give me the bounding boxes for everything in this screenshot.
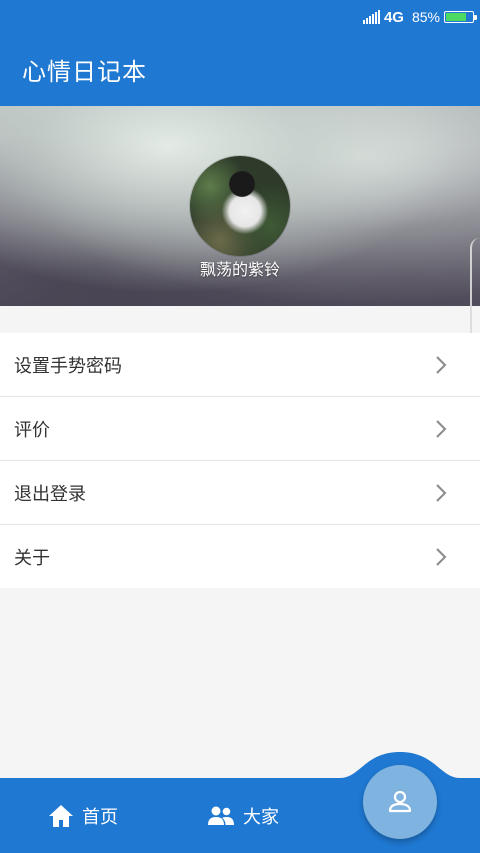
menu-item-label: 关于	[14, 548, 50, 569]
home-icon	[49, 805, 73, 827]
settings-menu: 设置手势密码 评价 退出登录 关于	[0, 333, 480, 588]
people-icon	[208, 806, 234, 825]
chevron-right-icon	[436, 420, 447, 438]
menu-item-logout[interactable]: 退出登录	[0, 461, 480, 525]
menu-item-gesture-password[interactable]: 设置手势密码	[0, 333, 480, 397]
status-indicators: 4G 85%	[362, 8, 477, 26]
app-bar: 心情日记本	[0, 34, 480, 106]
menu-item-label: 评价	[14, 420, 50, 441]
profile-header: 飘荡的紫铃	[0, 106, 480, 306]
chevron-right-icon	[436, 484, 447, 502]
battery-percent: 85%	[411, 9, 440, 25]
menu-item-rate[interactable]: 评价	[0, 397, 480, 461]
menu-item-label: 设置手势密码	[14, 356, 122, 377]
nav-everyone[interactable]: 大家	[207, 802, 279, 830]
battery-icon	[444, 11, 477, 23]
avatar[interactable]	[190, 156, 290, 256]
app-title: 心情日记本	[22, 58, 147, 86]
status-bar: 4G 85%	[0, 0, 480, 34]
menu-item-about[interactable]: 关于	[0, 525, 480, 588]
screen: 4G 85% 心情日记本 飘荡的紫铃 设置手势密码 评价 退出登录 关于 首页 …	[0, 0, 480, 853]
profile-button[interactable]	[363, 765, 437, 839]
chevron-right-icon	[436, 356, 447, 374]
nav-home[interactable]: 首页	[48, 802, 118, 830]
chevron-right-icon	[436, 548, 447, 566]
nav-everyone-label: 大家	[243, 807, 279, 828]
username: 飘荡的紫铃	[199, 260, 280, 279]
person-icon	[388, 790, 412, 813]
network-type: 4G	[383, 8, 404, 26]
nav-home-label: 首页	[82, 807, 118, 828]
menu-item-label: 退出登录	[14, 484, 86, 505]
signal-icon	[362, 10, 380, 24]
